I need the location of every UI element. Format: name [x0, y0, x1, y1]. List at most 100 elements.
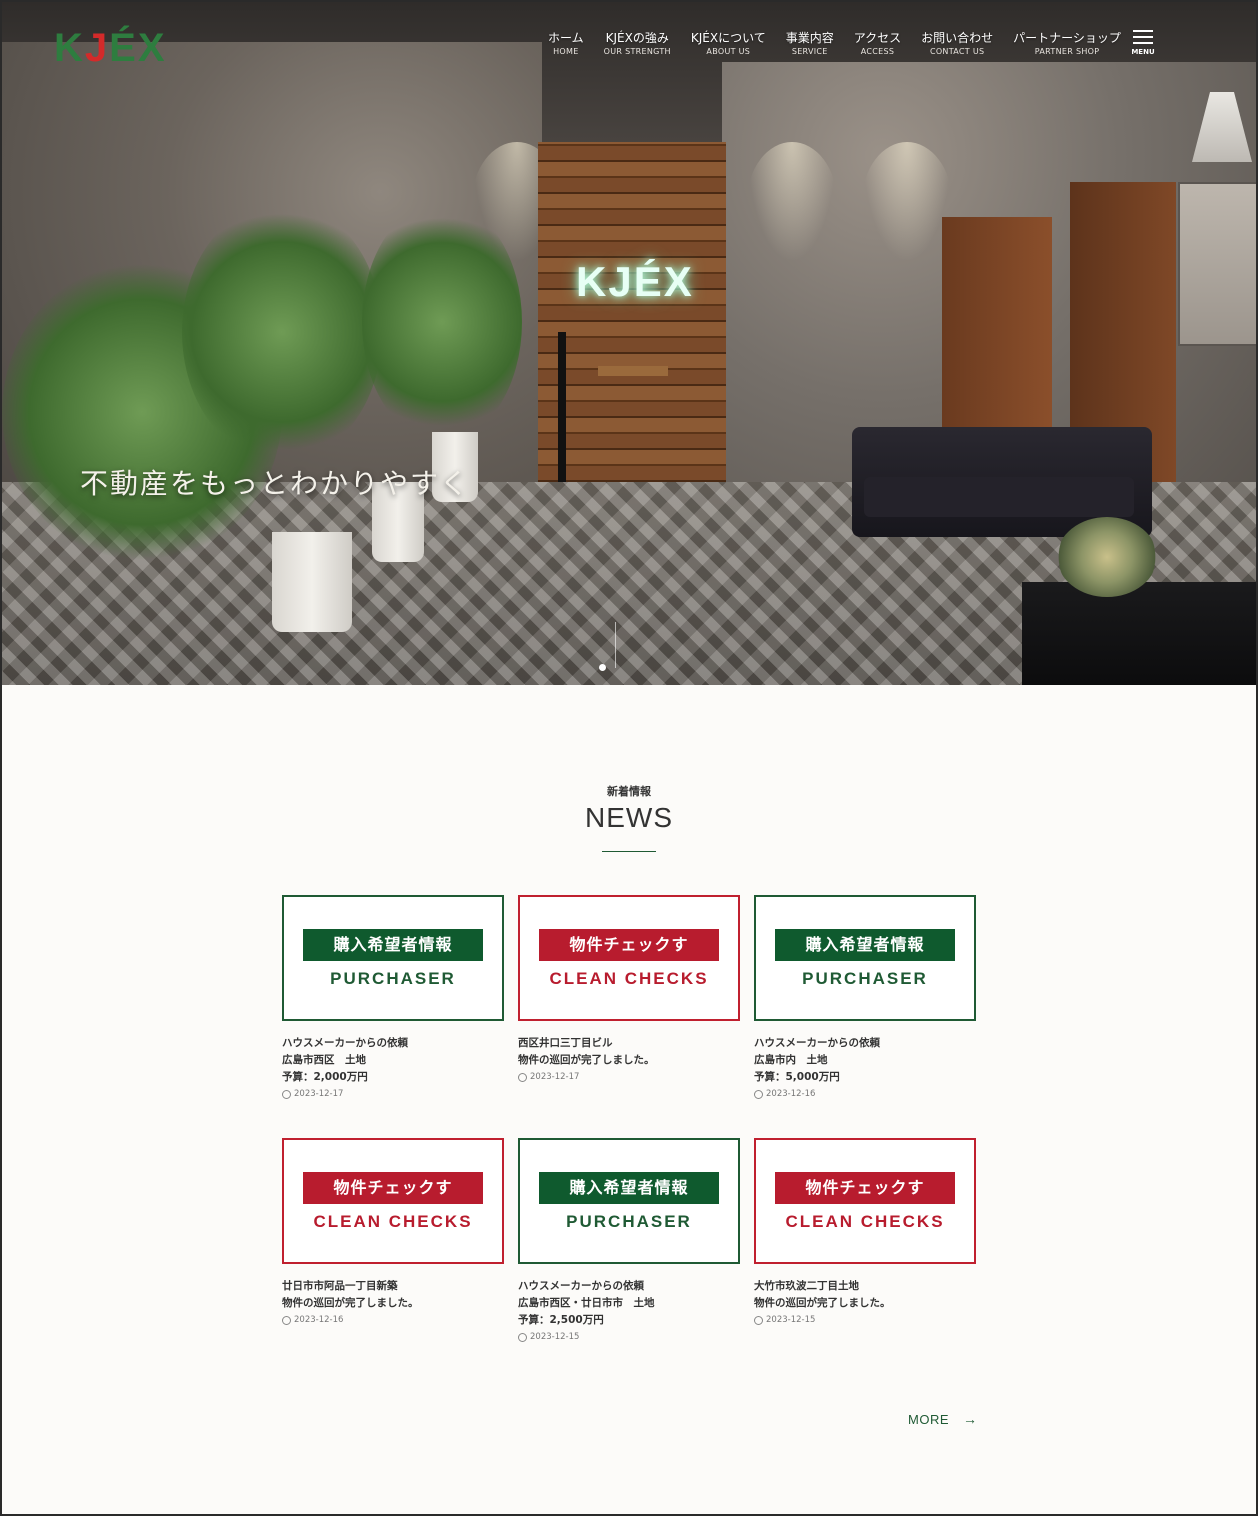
- news-divider: [602, 851, 656, 852]
- nav-label: パートナーショップ: [1013, 31, 1121, 45]
- global-nav: ホーム HOME KJÉXの強み OUR STRENGTH KJÉXについて ABOU…: [538, 30, 1131, 58]
- news-thumbnail: 物件チェックす CLEAN CHECKS: [518, 895, 740, 1021]
- nav-item-strength[interactable]: KJÉXの強み OUR STRENGTH: [594, 30, 681, 58]
- hero-shelf: [598, 366, 668, 376]
- page: KJÉX 不動産をもっとわかりやすく KJÉX ホーム HOME KJÉXの強み O…: [0, 0, 1258, 1516]
- clock-icon: [754, 1315, 763, 1325]
- thumbnail-band: 物件チェックす: [775, 1172, 955, 1204]
- news-subtitle: 新着情報: [607, 785, 651, 798]
- hero-plant: [362, 202, 522, 442]
- news-date-text: 2023-12-15: [530, 1332, 580, 1342]
- nav-item-contact[interactable]: お問い合わせ CONTACT US: [911, 30, 1003, 58]
- clock-icon: [282, 1315, 291, 1325]
- logo-letter-j: J: [84, 26, 110, 70]
- news-card[interactable]: 購入希望者情報 PURCHASER ハウスメーカーからの依頼 広島市内 土地 予…: [754, 895, 976, 1099]
- news-line: 広島市西区・廿日市市 土地: [518, 1297, 655, 1309]
- nav-sublabel: SERVICE: [791, 47, 828, 56]
- news-text: ハウスメーカーからの依頼 広島市西区・廿日市市 土地 予算：2,500万円: [518, 1278, 740, 1329]
- nav-label: アクセス: [853, 31, 902, 45]
- hamburger-icon: [1133, 36, 1153, 38]
- more-link[interactable]: MORE →: [908, 1411, 978, 1427]
- nav-item-home[interactable]: ホーム HOME: [538, 30, 594, 58]
- logo-letter-k: K: [54, 26, 85, 70]
- news-line: 大竹市玖波二丁目土地: [754, 1280, 859, 1292]
- thumbnail-band: 購入希望者情報: [775, 929, 955, 961]
- news-thumbnail: 物件チェックす CLEAN CHECKS: [282, 1138, 504, 1264]
- nav-sublabel: PARTNER SHOP: [1034, 47, 1100, 56]
- hero-stand: [558, 332, 566, 502]
- news-card[interactable]: 物件チェックす CLEAN CHECKS 廿日市市阿品一丁目新築 物件の巡回が完…: [282, 1138, 504, 1325]
- nav-sublabel: ACCESS: [860, 47, 895, 56]
- nav-sublabel: OUR STRENGTH: [603, 47, 671, 56]
- thumbnail-band: 購入希望者情報: [303, 929, 483, 961]
- thumbnail-label: CLEAN CHECKS: [785, 1212, 945, 1231]
- slider-dot[interactable]: [599, 664, 606, 671]
- news-card[interactable]: 購入希望者情報 PURCHASER ハウスメーカーからの依頼 広島市西区 土地 …: [282, 895, 504, 1099]
- nav-label: KJÉXの強み: [605, 31, 669, 45]
- nav-item-access[interactable]: アクセス ACCESS: [844, 30, 911, 58]
- clock-icon: [282, 1089, 291, 1099]
- hero-table: [1022, 582, 1256, 685]
- news-date: 2023-12-16: [754, 1089, 976, 1099]
- news-thumbnail: 物件チェックす CLEAN CHECKS: [754, 1138, 976, 1264]
- nav-label: お問い合わせ: [921, 31, 994, 45]
- news-card[interactable]: 物件チェックす CLEAN CHECKS 西区井口三丁目ビル 物件の巡回が完了し…: [518, 895, 740, 1082]
- news-line: 予算：2,000万円: [282, 1071, 368, 1083]
- news-date: 2023-12-17: [282, 1089, 504, 1099]
- news-line: ハウスメーカーからの依頼: [754, 1037, 880, 1049]
- news-thumbnail: 購入希望者情報 PURCHASER: [282, 895, 504, 1021]
- news-card[interactable]: 購入希望者情報 PURCHASER ハウスメーカーからの依頼 広島市西区・廿日市…: [518, 1138, 740, 1342]
- news-date-text: 2023-12-15: [766, 1315, 816, 1325]
- menu-label: MENU: [1131, 48, 1155, 56]
- hero-plant: [182, 202, 382, 462]
- scroll-indicator: [615, 622, 616, 668]
- news-card[interactable]: 物件チェックす CLEAN CHECKS 大竹市玖波二丁目土地 物件の巡回が完了…: [754, 1138, 976, 1325]
- hero-image: KJÉX 不動産をもっとわかりやすく: [2, 2, 1256, 685]
- hamburger-icon: [1133, 42, 1153, 44]
- thumbnail-label: PURCHASER: [330, 969, 456, 988]
- nav-item-partner-shop[interactable]: パートナーショップ PARTNER SHOP: [1003, 30, 1131, 58]
- thumbnail-label: PURCHASER: [566, 1212, 692, 1231]
- nav-sublabel: HOME: [553, 47, 579, 56]
- news-line: 物件の巡回が完了しました。: [754, 1297, 891, 1309]
- hero-tagline: 不動産をもっとわかりやすく: [80, 467, 471, 500]
- news-date-text: 2023-12-17: [530, 1072, 580, 1082]
- news-line: ハウスメーカーからの依頼: [518, 1280, 644, 1292]
- hero-wood-wall: [538, 142, 726, 512]
- news-thumbnail: 購入希望者情報 PURCHASER: [518, 1138, 740, 1264]
- news-line: 予算：5,000万円: [754, 1071, 840, 1083]
- nav-item-about[interactable]: KJÉXについて ABOUT US: [681, 30, 776, 58]
- news-title: NEWS: [585, 802, 673, 833]
- news-line: ハウスメーカーからの依頼: [282, 1037, 408, 1049]
- news-line: 廿日市市阿品一丁目新築: [282, 1280, 398, 1292]
- thumbnail-label: CLEAN CHECKS: [313, 1212, 473, 1231]
- news-date: 2023-12-15: [518, 1332, 740, 1342]
- hero-spotlight: [747, 142, 837, 262]
- news-text: ハウスメーカーからの依頼 広島市内 土地 予算：5,000万円: [754, 1035, 976, 1086]
- news-thumbnail: 購入希望者情報 PURCHASER: [754, 895, 976, 1021]
- hero-neon-sign: KJÉX: [576, 258, 694, 305]
- thumbnail-band: 物件チェックす: [539, 929, 719, 961]
- news-date-text: 2023-12-17: [294, 1089, 344, 1099]
- news-line: 物件の巡回が完了しました。: [518, 1054, 655, 1066]
- hero-window: [1178, 182, 1256, 346]
- news-text: 大竹市玖波二丁目土地 物件の巡回が完了しました。: [754, 1278, 976, 1312]
- arrow-right-icon: →: [963, 1411, 978, 1427]
- clock-icon: [754, 1089, 763, 1099]
- news-line: 物件の巡回が完了しました。: [282, 1297, 419, 1309]
- news-text: 廿日市市阿品一丁目新築 物件の巡回が完了しました。: [282, 1278, 504, 1312]
- logo-letters-ex: ÉX: [109, 26, 167, 70]
- nav-item-service[interactable]: 事業内容 SERVICE: [776, 30, 844, 58]
- clock-icon: [518, 1072, 527, 1082]
- thumbnail-band: 物件チェックす: [303, 1172, 483, 1204]
- hero-spotlight: [862, 142, 952, 262]
- thumbnail-label: CLEAN CHECKS: [549, 969, 709, 988]
- hero-flowers: [1057, 517, 1157, 597]
- news-line: 予算：2,500万円: [518, 1314, 604, 1326]
- news-date-text: 2023-12-16: [294, 1315, 344, 1325]
- hamburger-menu-button[interactable]: MENU: [1130, 30, 1156, 56]
- news-line: 広島市西区 土地: [282, 1054, 366, 1066]
- hero-pot: [272, 532, 352, 632]
- site-logo[interactable]: KJÉX: [54, 26, 167, 71]
- nav-label: ホーム: [548, 31, 584, 45]
